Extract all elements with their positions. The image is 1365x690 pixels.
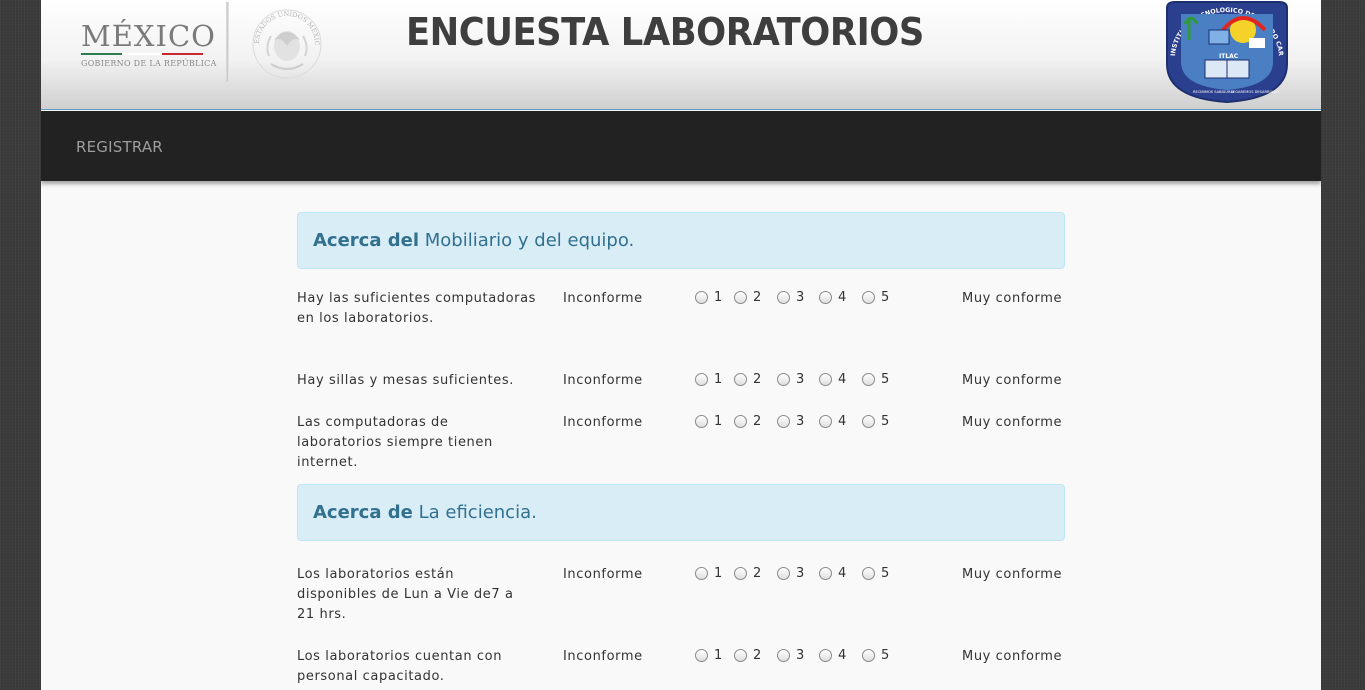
rating-option-5[interactable]: 5 (862, 567, 890, 580)
scale-right-label: Muy conforme (962, 649, 1063, 664)
radio-button[interactable] (819, 415, 832, 428)
radio-button[interactable] (695, 291, 708, 304)
radio-button[interactable] (734, 415, 747, 428)
radio-button[interactable] (819, 567, 832, 580)
radio-button[interactable] (819, 373, 832, 386)
scale-right-label: Muy conforme (962, 567, 1063, 582)
section-header-bold: Acerca del (313, 230, 420, 251)
section-header-text: Mobiliario y del equipo. (424, 230, 635, 251)
rating-option-4[interactable]: 4 (819, 291, 847, 304)
radio-button[interactable] (734, 291, 747, 304)
radio-button[interactable] (734, 567, 747, 580)
question-text: Las computadoras de laboratorios siempre… (297, 415, 493, 470)
itlac-motto-left: RECIBIMOS SABIDURIA (1193, 90, 1235, 94)
rating-option-1[interactable]: 1 (695, 649, 723, 662)
rating-option-2[interactable]: 2 (734, 291, 762, 304)
radio-button[interactable] (695, 649, 708, 662)
scale-left-label: Inconforme (563, 567, 643, 582)
rating-option-1[interactable]: 1 (695, 415, 723, 428)
scale-right-label: Muy conforme (962, 291, 1063, 306)
rating-option-2[interactable]: 2 (734, 649, 762, 662)
site-header: MÉXICO GOBIERNO DE LA REPÚBLICA ESTADOS … (41, 0, 1321, 110)
question-row: Los laboratorios cuentan con personal ca… (297, 647, 1065, 690)
rating-option-3[interactable]: 3 (777, 291, 805, 304)
radio-button[interactable] (695, 415, 708, 428)
rating-option-1[interactable]: 1 (695, 567, 723, 580)
rating-option-2[interactable]: 2 (734, 373, 762, 386)
mexico-logo-word: MÉXICO (81, 19, 216, 53)
rating-option-2[interactable]: 2 (734, 567, 762, 580)
radio-button[interactable] (862, 567, 875, 580)
question-text: Los laboratorios cuentan con personal ca… (297, 649, 503, 684)
rating-option-4[interactable]: 4 (819, 649, 847, 662)
mexico-government-logo: MÉXICO GOBIERNO DE LA REPÚBLICA (81, 19, 217, 68)
radio-button[interactable] (734, 649, 747, 662)
question-row: Hay las suficientes computadoras en los … (297, 289, 1065, 371)
itlac-motto-right: LEGAREMOS DESARROLLO (1231, 90, 1279, 94)
radio-button[interactable] (862, 291, 875, 304)
scale-left-label: Inconforme (563, 291, 643, 306)
rating-option-5[interactable]: 5 (862, 415, 890, 428)
scale-left-label: Inconforme (563, 373, 643, 388)
rating-option-3[interactable]: 3 (777, 567, 805, 580)
page-title: ENCUESTA LABORATORIOS (406, 10, 924, 54)
question-text: Hay sillas y mesas suficientes. (297, 373, 514, 388)
rating-option-1[interactable]: 1 (695, 291, 723, 304)
radio-button[interactable] (777, 291, 790, 304)
radio-button[interactable] (819, 649, 832, 662)
rating-option-4[interactable]: 4 (819, 373, 847, 386)
radio-button[interactable] (777, 649, 790, 662)
page: MÉXICO GOBIERNO DE LA REPÚBLICA ESTADOS … (41, 0, 1321, 690)
survey-form: Acerca del Mobiliario y del equipo. Hay … (297, 212, 1065, 690)
mexico-flag-stripe (81, 53, 204, 55)
register-link[interactable]: REGISTRAR (76, 138, 163, 156)
radio-button[interactable] (777, 373, 790, 386)
rating-option-3[interactable]: 3 (777, 415, 805, 428)
mexico-logo-subtitle: GOBIERNO DE LA REPÚBLICA (81, 59, 217, 68)
rating-option-2[interactable]: 2 (734, 415, 762, 428)
question-row: Los laboratorios están disponibles de Lu… (297, 565, 1065, 647)
section-header-text: La eficiencia. (418, 502, 537, 523)
rating-option-5[interactable]: 5 (862, 649, 890, 662)
itlac-institute-logo: INSTITUTO TECNOLOGICO DE LAZARO CARDENAS… (1161, 0, 1288, 104)
section-header-bold: Acerca de (313, 502, 413, 523)
scale-left-label: Inconforme (563, 649, 643, 664)
scale-right-label: Muy conforme (962, 415, 1063, 430)
radio-button[interactable] (862, 649, 875, 662)
national-seal-icon: ESTADOS UNIDOS MEXICANOS (247, 6, 322, 79)
radio-button[interactable] (862, 415, 875, 428)
radio-button[interactable] (819, 291, 832, 304)
radio-button[interactable] (777, 415, 790, 428)
rating-option-5[interactable]: 5 (862, 373, 890, 386)
logo-divider (226, 2, 229, 82)
rating-option-5[interactable]: 5 (862, 291, 890, 304)
radio-button[interactable] (695, 373, 708, 386)
question-row: Hay sillas y mesas suficientes. Inconfor… (297, 371, 1065, 413)
question-row: Las computadoras de laboratorios siempre… (297, 413, 1065, 484)
rating-option-3[interactable]: 3 (777, 649, 805, 662)
section-header-furniture: Acerca del Mobiliario y del equipo. (297, 212, 1065, 269)
rating-option-1[interactable]: 1 (695, 373, 723, 386)
rating-option-3[interactable]: 3 (777, 373, 805, 386)
section-header-efficiency: Acerca de La eficiencia. (297, 484, 1065, 541)
radio-button[interactable] (777, 567, 790, 580)
scale-left-label: Inconforme (563, 415, 643, 430)
question-text: Hay las suficientes computadoras en los … (297, 291, 537, 326)
rating-option-4[interactable]: 4 (819, 567, 847, 580)
question-text: Los laboratorios están disponibles de Lu… (297, 567, 514, 622)
rating-option-4[interactable]: 4 (819, 415, 847, 428)
radio-button[interactable] (695, 567, 708, 580)
itlac-mark-text: ITLAC (1219, 53, 1239, 60)
radio-button[interactable] (734, 373, 747, 386)
radio-button[interactable] (862, 373, 875, 386)
top-navbar: REGISTRAR (41, 111, 1321, 181)
scale-right-label: Muy conforme (962, 373, 1063, 388)
